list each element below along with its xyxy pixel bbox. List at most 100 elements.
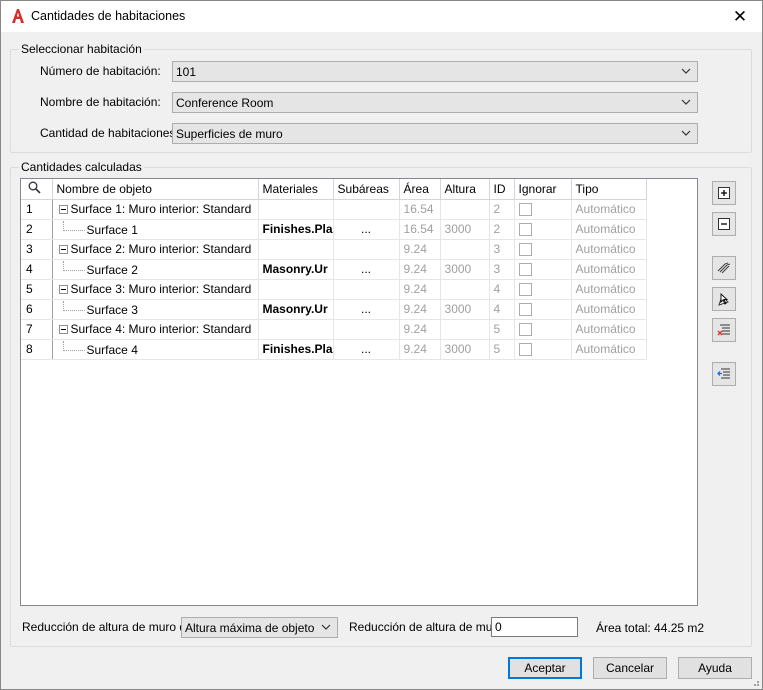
object-name-cell: Surface 4: Muro interior: Standard	[52, 319, 259, 340]
object-name-cell: Surface 3	[52, 299, 259, 320]
column-header-object-name[interactable]: Nombre de objeto	[52, 179, 259, 200]
table-row[interactable]: 5 Surface 3: Muro interior: Standard 9.2…	[21, 279, 647, 300]
subareas-cell[interactable]: ...	[333, 299, 400, 320]
ignore-cell	[514, 259, 572, 280]
subareas-cell[interactable]: ...	[333, 219, 400, 240]
cancel-button[interactable]: Cancelar	[593, 657, 667, 679]
grid-header-row: Nombre de objeto Materiales Subáreas Áre…	[21, 179, 647, 200]
table-row[interactable]: 7 Surface 4: Muro interior: Standard 9.2…	[21, 319, 647, 340]
collapse-all-button[interactable]	[712, 212, 736, 236]
hatch-button[interactable]	[712, 256, 736, 280]
close-icon: ✕	[732, 6, 748, 26]
materials-cell[interactable]: Finishes.Pla	[258, 339, 334, 360]
search-icon	[28, 181, 41, 194]
wall-reduction-value: 0	[495, 620, 502, 634]
calculated-quantities-group-label: Cantidades calculadas	[19, 160, 144, 174]
object-name-cell: Surface 1: Muro interior: Standard	[52, 199, 259, 220]
type-cell: Automático	[571, 279, 647, 300]
ignore-cell	[514, 339, 572, 360]
table-row[interactable]: 8 Surface 4 Finishes.Pla ... 9.24 3000 5…	[21, 339, 647, 360]
column-header-materials[interactable]: Materiales	[258, 179, 334, 200]
column-header-subareas[interactable]: Subáreas	[333, 179, 400, 200]
select-object-button[interactable]	[712, 287, 736, 311]
ignore-checkbox[interactable]	[518, 203, 532, 217]
room-name-combo[interactable]: Conference Room	[172, 92, 698, 113]
autocad-a-icon	[12, 9, 24, 23]
id-cell: 5	[489, 319, 515, 340]
chevron-down-icon	[681, 68, 691, 74]
table-row[interactable]: 1 Surface 1: Muro interior: Standard 16.…	[21, 199, 647, 220]
room-quantities-dialog: Cantidades de habitaciones ✕ Seleccionar…	[0, 0, 763, 690]
room-quantity-combo[interactable]: Superficies de muro	[172, 123, 698, 144]
export-list-button[interactable]	[712, 362, 736, 386]
area-cell: 9.24	[399, 319, 441, 340]
close-button[interactable]: ✕	[718, 1, 762, 32]
column-header-type[interactable]: Tipo	[571, 179, 647, 200]
materials-cell[interactable]: Masonry.Ur	[258, 299, 334, 320]
chevron-down-icon	[321, 624, 331, 630]
materials-cell[interactable]: Finishes.Pla	[258, 219, 334, 240]
id-cell: 4	[489, 279, 515, 300]
materials-cell	[258, 239, 334, 260]
table-row[interactable]: 2 Surface 1 Finishes.Pla ... 16.54 3000 …	[21, 219, 647, 240]
type-cell: Automático	[571, 259, 647, 280]
help-button[interactable]: Ayuda	[678, 657, 752, 679]
height-cell	[440, 239, 490, 260]
delete-rows-icon	[717, 324, 730, 336]
table-row[interactable]: 3 Surface 2: Muro interior: Standard 9.2…	[21, 239, 647, 260]
subareas-cell	[333, 319, 400, 340]
ignore-checkbox[interactable]	[518, 243, 532, 257]
column-header-area[interactable]: Área	[399, 179, 441, 200]
column-header-ignore[interactable]: Ignorar	[514, 179, 572, 200]
delete-rows-button[interactable]	[712, 318, 736, 342]
object-name-cell: Surface 2: Muro interior: Standard	[52, 239, 259, 260]
ignore-checkbox[interactable]	[518, 263, 532, 277]
id-cell: 2	[489, 199, 515, 220]
area-cell: 9.24	[399, 279, 441, 300]
column-header-height[interactable]: Altura	[440, 179, 490, 200]
expand-all-button[interactable]	[712, 181, 736, 205]
collapse-icon[interactable]	[58, 285, 68, 294]
subareas-cell	[333, 279, 400, 300]
materials-cell[interactable]: Masonry.Ur	[258, 259, 334, 280]
id-cell: 4	[489, 299, 515, 320]
ignore-checkbox[interactable]	[518, 283, 532, 297]
column-header-id[interactable]: ID	[489, 179, 515, 200]
room-quantity-value: Superficies de muro	[176, 127, 283, 141]
ignore-checkbox[interactable]	[518, 343, 532, 357]
tree-connector	[62, 221, 85, 231]
type-cell: Automático	[571, 199, 647, 220]
resize-grip-icon[interactable]	[750, 677, 760, 687]
id-cell: 5	[489, 339, 515, 360]
ok-button[interactable]: Aceptar	[508, 657, 582, 679]
height-cell	[440, 279, 490, 300]
tree-connector	[62, 301, 85, 311]
ignore-checkbox[interactable]	[518, 303, 532, 317]
quantities-grid[interactable]: Nombre de objeto Materiales Subáreas Áre…	[20, 178, 698, 606]
area-cell: 9.24	[399, 339, 441, 360]
collapse-icon[interactable]	[58, 325, 68, 334]
select-room-group-label: Seleccionar habitación	[19, 42, 144, 56]
collapse-icon[interactable]	[58, 245, 68, 254]
materials-cell	[258, 319, 334, 340]
ignore-checkbox[interactable]	[518, 223, 532, 237]
wall-reduction-of-combo[interactable]: Altura máxima de objeto	[181, 617, 338, 638]
wall-reduction-input[interactable]: 0	[491, 617, 578, 637]
subareas-cell[interactable]: ...	[333, 259, 400, 280]
table-row[interactable]: 4 Surface 2 Masonry.Ur ... 9.24 3000 3 A…	[21, 259, 647, 280]
row-number: 2	[21, 219, 53, 240]
area-cell: 9.24	[399, 259, 441, 280]
height-cell: 3000	[440, 339, 490, 360]
object-name-cell: Surface 2	[52, 259, 259, 280]
table-row[interactable]: 6 Surface 3 Masonry.Ur ... 9.24 3000 4 A…	[21, 299, 647, 320]
height-cell: 3000	[440, 219, 490, 240]
collapse-icon[interactable]	[58, 205, 68, 214]
room-number-combo[interactable]: 101	[172, 61, 698, 82]
grid-search-button[interactable]	[21, 179, 53, 200]
row-number: 7	[21, 319, 53, 340]
wall-reduction-of-value: Altura máxima de objeto	[185, 621, 315, 635]
room-number-label: Número de habitación:	[40, 64, 161, 78]
subareas-cell[interactable]: ...	[333, 339, 400, 360]
row-number: 8	[21, 339, 53, 360]
ignore-checkbox[interactable]	[518, 323, 532, 337]
